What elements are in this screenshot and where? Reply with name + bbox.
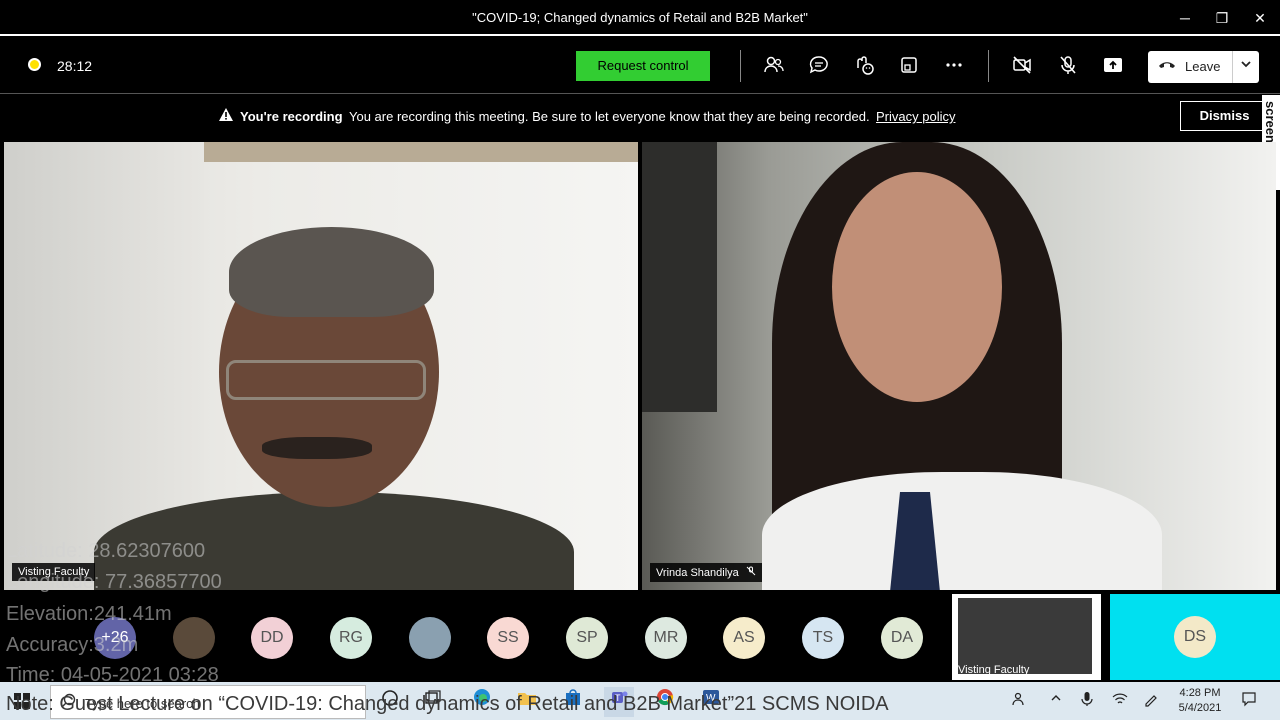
participant-avatar[interactable]: DA (881, 617, 923, 659)
self-preview-video (958, 598, 1092, 674)
video-tile-vrinda-shandilya[interactable]: Vrinda Shandilya (642, 142, 1276, 590)
share-icon[interactable] (1100, 54, 1126, 80)
recording-title: You're recording (240, 109, 343, 124)
mic-muted-icon (746, 566, 756, 579)
participant-avatar: DS (1174, 616, 1216, 658)
window-dark (642, 142, 717, 412)
lecture-note-caption: Note: Guest Lecture on “COVID-19: Change… (6, 693, 889, 715)
toolbar-divider (988, 50, 989, 82)
participant-avatar[interactable]: AS (723, 617, 765, 659)
window-title: "COVID-19; Changed dynamics of Retail an… (472, 10, 808, 25)
participant-name-tag: Vrinda Shandilya (650, 563, 762, 582)
wifi-icon[interactable] (1112, 691, 1128, 710)
person-head (832, 172, 1002, 402)
close-button[interactable]: ✕ (1248, 6, 1272, 30)
gps-elevation: Elevation:241.41m (6, 603, 172, 625)
participant-photo-avatar[interactable] (409, 617, 451, 659)
phone-hangup-icon (1158, 58, 1176, 75)
people-icon[interactable] (761, 54, 787, 80)
participant-avatar[interactable]: SS (487, 617, 529, 659)
self-preview-tile[interactable]: Visting Faculty (952, 594, 1101, 680)
taskbar-clock[interactable]: 4:28 PM 5/4/2021 (1170, 686, 1230, 716)
mic-off-icon[interactable] (1055, 54, 1081, 80)
chevron-up-icon[interactable] (1049, 691, 1063, 708)
minimize-button[interactable]: ─ (1173, 6, 1197, 30)
reactions-icon[interactable] (851, 54, 877, 80)
gps-accuracy: Accuracy:3.2m (6, 634, 139, 656)
people-tray-icon[interactable] (1012, 691, 1028, 710)
gps-longitude: Longitude: 77.36857700 (6, 571, 222, 593)
chevron-down-icon[interactable] (1236, 57, 1256, 74)
chat-icon[interactable] (806, 54, 832, 80)
participant-name: Vrinda Shandilya (656, 567, 739, 579)
pen-ink-icon[interactable] (1143, 691, 1159, 710)
participant-avatar[interactable]: SP (566, 617, 608, 659)
title-bar: "COVID-19; Changed dynamics of Retail an… (0, 0, 1280, 36)
dismiss-button[interactable]: Dismiss (1180, 101, 1269, 131)
person-moustache (262, 437, 372, 459)
participant-avatar[interactable]: MR (645, 617, 687, 659)
participant-avatar[interactable]: RG (330, 617, 372, 659)
video-tile-visiting-faculty[interactable]: Visting Faculty (4, 142, 638, 590)
recording-indicator-icon (28, 58, 41, 71)
toolbar-divider (740, 50, 741, 82)
self-preview-label: Visting Faculty (958, 664, 1030, 676)
share-tray-icon[interactable] (896, 54, 922, 80)
microphone-tray-icon[interactable] (1080, 691, 1094, 710)
recording-banner: You're recording You are recording this … (0, 95, 1280, 140)
meeting-timer: 28:12 (57, 58, 93, 74)
clock-time: 4:28 PM (1179, 687, 1221, 699)
person-glasses (226, 360, 426, 400)
recording-message: You are recording this meeting. Be sure … (349, 109, 870, 124)
participant-avatar[interactable]: TS (802, 617, 844, 659)
person-hair (229, 227, 434, 317)
meeting-toolbar: 28:12 Request control Leave (0, 38, 1280, 94)
leave-button[interactable]: Leave (1148, 51, 1259, 83)
more-icon[interactable] (941, 54, 967, 80)
clock-date: 5/4/2021 (1178, 702, 1222, 714)
request-control-button[interactable]: Request control (576, 51, 710, 81)
leave-divider (1232, 51, 1233, 83)
leave-label: Leave (1185, 59, 1221, 74)
gps-latitude: Latitude: 28.62307600 (6, 540, 206, 562)
participant-avatar[interactable]: DD (251, 617, 293, 659)
camera-off-icon[interactable] (1009, 54, 1035, 80)
warning-icon (218, 107, 234, 126)
participant-tile-ds[interactable]: DS (1110, 594, 1280, 680)
notification-icon[interactable] (1241, 691, 1257, 710)
maximize-button[interactable]: ❐ (1210, 6, 1234, 30)
participant-photo-avatar[interactable] (173, 617, 215, 659)
privacy-policy-link[interactable]: Privacy policy (876, 109, 955, 124)
person-shirt (762, 472, 1162, 590)
